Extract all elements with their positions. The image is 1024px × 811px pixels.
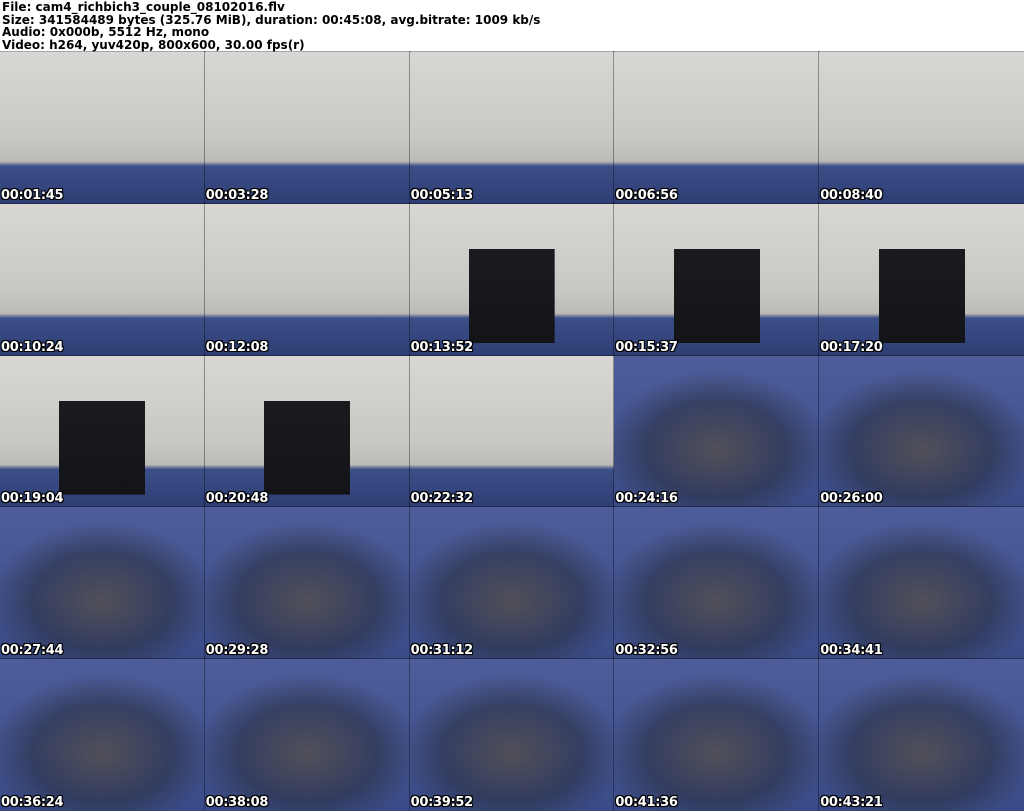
timestamp-label: 00:27:44 (1, 643, 64, 659)
video-thumbnail: 00:41:36 (613, 658, 821, 811)
video-thumbnail: 00:39:52 (408, 658, 616, 811)
timestamp-label: 00:13:52 (410, 339, 474, 355)
thumbnail-image-placeholder (204, 52, 410, 204)
video-thumbnail: 00:05:13 (408, 51, 616, 205)
timestamp-label: 00:36:24 (1, 795, 64, 810)
thumbnail-image-placeholder (204, 659, 410, 811)
video-thumbnail: 00:34:41 (818, 506, 1024, 661)
timestamp-label: 00:43:21 (820, 795, 883, 810)
timestamp-label: 00:31:12 (410, 643, 474, 659)
file-metadata-header: File: cam4_richbich3_couple_08102016.flv… (0, 0, 1024, 52)
thumbnail-image-placeholder (204, 203, 410, 356)
timestamp-label: 00:32:56 (615, 643, 678, 659)
timestamp-label: 00:08:40 (820, 187, 883, 203)
video-thumbnail: 00:32:56 (613, 506, 821, 661)
video-thumbnail: 00:29:28 (203, 506, 411, 661)
video-thumbnail: 00:38:08 (203, 658, 411, 811)
thumbnail-image-placeholder (819, 355, 1024, 508)
thumbnail-image-placeholder (819, 507, 1024, 660)
thumbnail-image-placeholder (819, 659, 1024, 811)
video-contact-sheet: File: cam4_richbich3_couple_08102016.flv… (0, 0, 1024, 811)
timestamp-label: 00:19:04 (1, 491, 64, 507)
thumbnail-image-placeholder (204, 507, 410, 660)
thumbnail-image-placeholder (614, 659, 820, 811)
timestamp-label: 00:15:37 (615, 339, 678, 355)
thumbnail-image-placeholder (0, 355, 205, 508)
video-thumbnail: 00:19:04 (0, 354, 206, 509)
thumbnail-grid: 00:01:45 00:03:28 00:05:13 00:06:56 00:0… (0, 51, 1024, 811)
video-thumbnail: 00:15:37 (613, 202, 821, 357)
timestamp-label: 00:05:13 (410, 187, 474, 203)
thumbnail-image-placeholder (0, 52, 205, 204)
timestamp-label: 00:20:48 (205, 491, 269, 507)
thumbnail-image-placeholder (204, 355, 410, 508)
timestamp-label: 00:06:56 (615, 187, 678, 203)
thumbnail-image-placeholder (614, 355, 820, 508)
timestamp-label: 00:41:36 (615, 795, 678, 810)
video-thumbnail: 00:08:40 (818, 51, 1024, 205)
timestamp-label: 00:17:20 (820, 339, 883, 355)
timestamp-label: 00:03:28 (205, 187, 269, 203)
video-thumbnail: 00:20:48 (203, 354, 411, 509)
timestamp-label: 00:22:32 (410, 491, 474, 507)
thumbnail-image-placeholder (819, 203, 1024, 356)
thumbnail-image-placeholder (409, 659, 615, 811)
video-thumbnail: 00:03:28 (203, 51, 411, 205)
thumbnail-image-placeholder (409, 355, 615, 508)
timestamp-label: 00:26:00 (820, 491, 883, 507)
video-thumbnail: 00:13:52 (408, 202, 616, 357)
video-thumbnail: 00:36:24 (0, 658, 206, 811)
video-thumbnail: 00:17:20 (818, 202, 1024, 357)
thumbnail-image-placeholder (409, 52, 615, 204)
thumbnail-image-placeholder (819, 52, 1024, 204)
timestamp-label: 00:10:24 (1, 339, 64, 355)
timestamp-label: 00:38:08 (205, 795, 269, 810)
video-thumbnail: 00:24:16 (613, 354, 821, 509)
thumbnail-image-placeholder (409, 507, 615, 660)
thumbnail-image-placeholder (614, 52, 820, 204)
video-thumbnail: 00:43:21 (818, 658, 1024, 811)
timestamp-label: 00:34:41 (820, 643, 883, 659)
audio-info-line: Audio: 0x000b, 5512 Hz, mono (2, 25, 210, 40)
video-thumbnail: 00:31:12 (408, 506, 616, 661)
thumbnail-image-placeholder (0, 659, 205, 811)
thumbnail-image-placeholder (0, 507, 205, 660)
thumbnail-image-placeholder (614, 203, 820, 356)
video-thumbnail: 00:26:00 (818, 354, 1024, 509)
video-thumbnail: 00:01:45 (0, 51, 206, 205)
thumbnail-image-placeholder (0, 203, 205, 356)
timestamp-label: 00:29:28 (205, 643, 269, 659)
video-thumbnail: 00:27:44 (0, 506, 206, 661)
video-thumbnail: 00:06:56 (613, 51, 821, 205)
timestamp-label: 00:39:52 (410, 795, 474, 810)
video-info-line: Video: h264, yuv420p, 800x600, 30.00 fps… (2, 37, 305, 52)
video-thumbnail: 00:10:24 (0, 202, 206, 357)
thumbnail-image-placeholder (409, 203, 615, 356)
video-thumbnail: 00:22:32 (408, 354, 616, 509)
video-thumbnail: 00:12:08 (203, 202, 411, 357)
timestamp-label: 00:01:45 (1, 187, 64, 203)
timestamp-label: 00:12:08 (205, 339, 269, 355)
thumbnail-image-placeholder (614, 507, 820, 660)
file-name-line: File: cam4_richbich3_couple_08102016.flv (2, 0, 285, 14)
timestamp-label: 00:24:16 (615, 491, 678, 507)
